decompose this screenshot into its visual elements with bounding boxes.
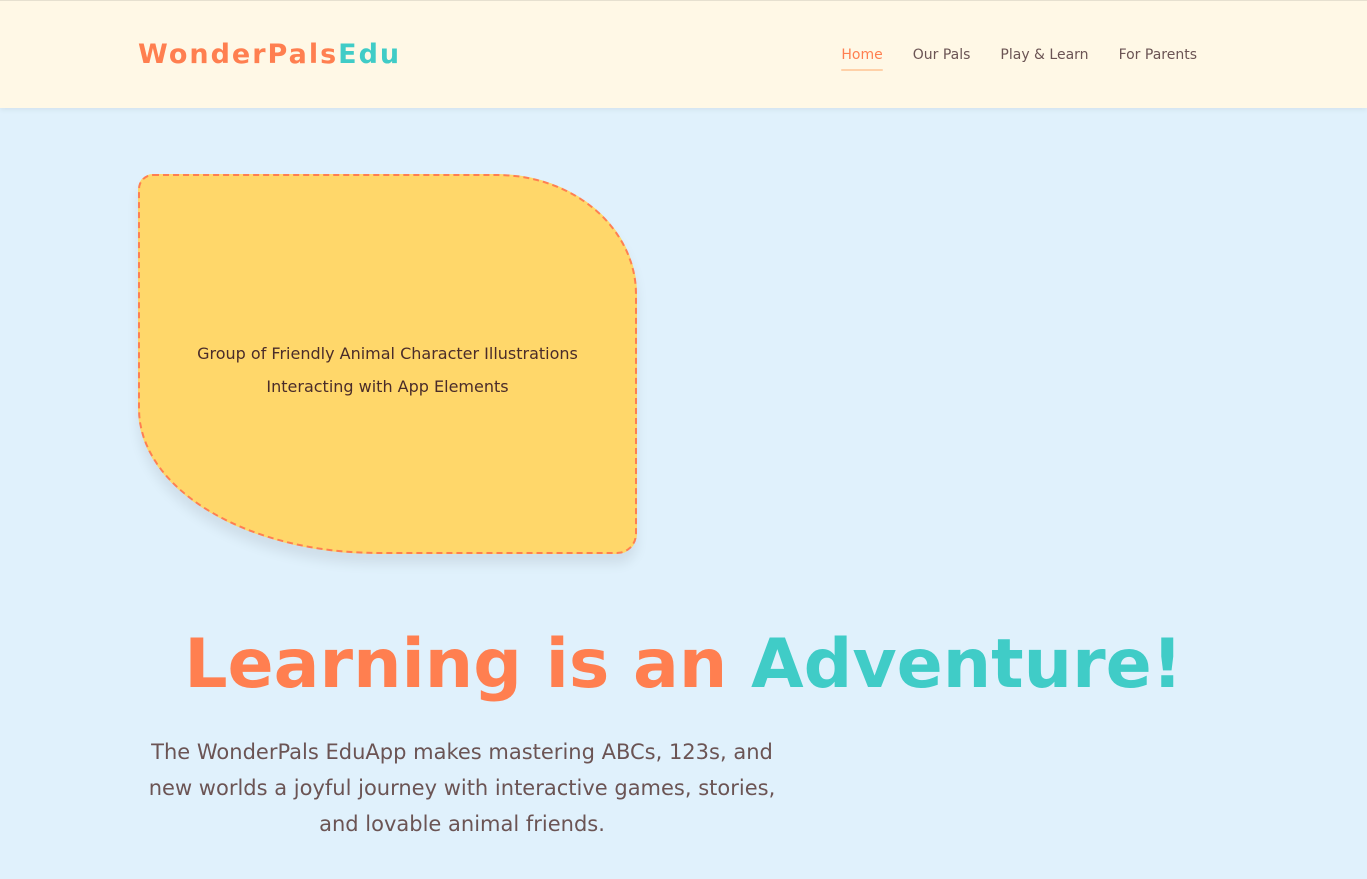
site-logo[interactable]: WonderPalsEdu: [138, 38, 401, 72]
hero-headline: Learning is an Adventure!: [0, 620, 1367, 710]
headline-part-learning: Learning is an: [184, 625, 728, 704]
hero-description: The WonderPals EduApp makes mastering AB…: [148, 740, 776, 836]
nav-link-for-parents[interactable]: For Parents: [1119, 46, 1197, 64]
nav-link-home[interactable]: Home: [841, 46, 884, 71]
hero-image-caption: Group of Friendly Animal Character Illus…: [197, 344, 578, 396]
nav-link-play-learn[interactable]: Play & Learn: [1000, 46, 1088, 64]
logo-text-edu: Edu: [338, 39, 402, 70]
logo-text-wonderpals: WonderPals: [138, 39, 339, 70]
main-nav: Home Our Pals Play & Learn For Parents: [841, 46, 1197, 71]
headline-part-adventure: Adventure!: [751, 625, 1183, 704]
site-header: WonderPalsEdu Home Our Pals Play & Learn…: [0, 0, 1367, 108]
hero-image-placeholder: Group of Friendly Animal Character Illus…: [138, 174, 637, 554]
nav-link-our-pals[interactable]: Our Pals: [913, 46, 971, 64]
